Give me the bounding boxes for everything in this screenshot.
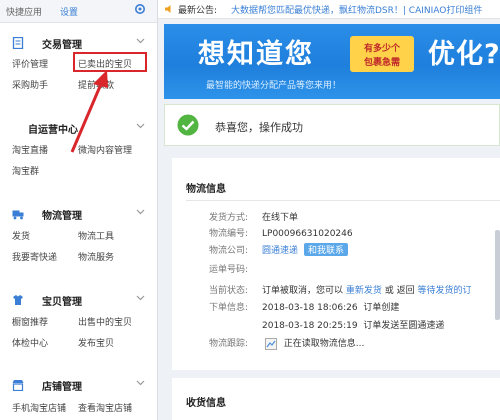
group-trade: 交易管理: [0, 34, 157, 52]
group-title: 宝贝管理: [42, 297, 82, 308]
method-value: 在线下单: [262, 213, 299, 223]
status-label: 当前状态:: [209, 286, 249, 296]
sidebar-title: 快捷应用: [6, 8, 43, 18]
promo-banner[interactable]: 想知道您 有多少个 包裹急需 优化? 最智能的快递分配产品等您来用！: [164, 24, 500, 99]
truck-icon: [12, 210, 24, 220]
group-header[interactable]: 宝贝管理: [0, 291, 157, 309]
sidebar-item-checkup[interactable]: 体检中心: [12, 336, 48, 349]
sidebar-item-group[interactable]: 淘宝群: [12, 164, 39, 177]
logistics-card: 物流信息 发货方式: 在线下单 物流编号: LP00096631020246 物流公…: [172, 158, 500, 370]
tracking-label: 物流编号:: [209, 229, 249, 239]
settings-link[interactable]: 设置: [60, 5, 78, 18]
row-tracking: 物流编号: LP00096631020246: [209, 226, 353, 239]
success-message: 恭喜您，操作成功: [164, 104, 500, 146]
image-icon: [264, 337, 277, 350]
status-hint: ，您可以: [307, 286, 344, 296]
group-self-operation: 自运营中心: [0, 119, 157, 137]
group-shop: 店铺管理: [0, 376, 157, 394]
chevron-down-icon[interactable]: [136, 209, 145, 215]
group-title: 店铺管理: [42, 382, 82, 393]
status-or: 或 返回: [384, 286, 415, 296]
group-header[interactable]: 交易管理: [0, 34, 157, 52]
divider: [186, 200, 500, 201]
chevron-down-icon[interactable]: [136, 38, 145, 44]
check-icon: [177, 114, 199, 136]
row-waybill: 运单号码:: [209, 262, 262, 275]
shop-icon: [12, 380, 24, 391]
watermark-logo: Bai 经验: [370, 382, 433, 401]
success-text: 恭喜您，操作成功: [215, 121, 303, 134]
row-tracking-status: 物流跟踪: 正在读取物流信息...: [209, 336, 364, 350]
sidebar-item-early-pay[interactable]: 提前收款: [78, 78, 114, 91]
company-link[interactable]: 圆通速递: [262, 246, 298, 256]
time-2: 2018-03-18 20:25:19: [262, 321, 358, 331]
sidebar-header: 快捷应用 设置: [0, 0, 157, 23]
row-order-info-2: 2018-03-18 20:25:19 订单发送至圆通速递: [209, 318, 444, 331]
receiving-title: 收货信息: [186, 398, 226, 409]
banner-subtitle: 最智能的快递分配产品等您来用！: [206, 81, 342, 91]
tracking-value: LP00096631020246: [262, 229, 353, 239]
badge-line-1: 有多少个: [363, 44, 400, 54]
group-title: 自运营中心: [28, 125, 78, 136]
status-text: 订单被取消: [262, 286, 308, 296]
sidebar-item-live[interactable]: 淘宝直播: [12, 143, 48, 156]
chevron-down-icon[interactable]: [136, 123, 145, 129]
group-logistics: 物流管理: [0, 205, 157, 223]
banner-title-right: 优化?: [428, 39, 500, 70]
shirt-icon: [13, 295, 23, 305]
sidebar-item-ship[interactable]: 发货: [12, 229, 30, 242]
sidebar-item-publish[interactable]: 发布宝贝: [78, 336, 114, 349]
sidebar-item-purchase[interactable]: 采购助手: [12, 78, 48, 91]
pending-orders-link[interactable]: 等待发货的订: [418, 286, 472, 296]
sidebar-item-review[interactable]: 评价管理: [12, 57, 48, 70]
group-title: 物流管理: [42, 211, 82, 222]
event-2: 订单发送至圆通速递: [363, 321, 445, 331]
group-header[interactable]: 物流管理: [0, 205, 157, 223]
sidebar-item-mobile-shop[interactable]: 手机淘宝店铺: [12, 401, 66, 414]
company-label: 物流公司:: [209, 246, 249, 256]
contact-button[interactable]: 和我联系: [304, 243, 349, 256]
row-status: 当前状态: 订单被取消，您可以 重新发货 或 返回 等待发货的订: [209, 283, 472, 296]
sidebar-item-window[interactable]: 橱窗推荐: [12, 315, 48, 328]
row-method: 发货方式: 在线下单: [209, 210, 298, 223]
group-header[interactable]: 自运营中心: [0, 119, 157, 137]
sidebar: 快捷应用 设置 交易管理 评价管理 已卖出的宝贝 采购助手 提前收款 自运营中心…: [0, 0, 158, 420]
chevron-down-icon[interactable]: [136, 295, 145, 301]
sidebar-item-weitao[interactable]: 微淘内容管理: [78, 143, 132, 156]
order-info-label: 下单信息:: [209, 303, 249, 313]
row-order-info: 下单信息: 2018-03-18 18:06:26 订单创建: [209, 300, 399, 313]
sidebar-item-view-shop[interactable]: 查看淘宝店铺: [78, 401, 132, 414]
group-header[interactable]: 店铺管理: [0, 376, 157, 394]
doc-icon: [12, 37, 24, 49]
chevron-down-icon[interactable]: [136, 380, 145, 386]
method-label: 发货方式:: [209, 213, 249, 223]
announcement-bar: 最新公告: 大数据帮您匹配最优快递，飘红物流DSR！| CAINIAO打印组件: [158, 0, 500, 19]
reship-link[interactable]: 重新发货: [346, 286, 382, 296]
announcement-label: 最新公告:: [178, 6, 218, 16]
sidebar-item-logistics-tools[interactable]: 物流工具: [78, 229, 114, 242]
sidebar-item-logistics-service[interactable]: 物流服务: [78, 250, 114, 263]
event-1: 订单创建: [363, 303, 400, 313]
track-label: 物流跟踪:: [209, 339, 249, 349]
sidebar-item-on-sale[interactable]: 出售中的宝贝: [78, 315, 132, 328]
banner-badge: 有多少个 包裹急需: [350, 36, 414, 72]
group-items: 宝贝管理: [0, 291, 157, 309]
scrollbar[interactable]: [495, 230, 500, 320]
time-1: 2018-03-18 18:06:26: [262, 303, 358, 313]
speaker-icon: [165, 5, 171, 13]
group-title: 交易管理: [42, 40, 82, 51]
announcement-link[interactable]: 大数据帮您匹配最优快递，飘红物流DSR！| CAINIAO打印组件: [231, 3, 482, 16]
watermark-url: jingyan.baidu.com: [404, 402, 478, 411]
gear-icon[interactable]: [133, 2, 147, 16]
track-value: 正在读取物流信息...: [283, 339, 365, 349]
sidebar-item-send-express[interactable]: 我要寄快递: [12, 250, 57, 263]
highlight-box: [73, 52, 147, 72]
badge-line-2: 包裹急需: [363, 58, 400, 68]
main-content: 最新公告: 大数据帮您匹配最优快递，飘红物流DSR！| CAINIAO打印组件 …: [158, 0, 500, 420]
receiving-card: 收货信息: [172, 378, 500, 420]
waybill-label: 运单号码:: [209, 265, 249, 275]
banner-title-left: 想知道您: [198, 39, 314, 70]
logistics-title: 物流信息: [186, 184, 226, 195]
row-company: 物流公司: 圆通速递 和我联系: [209, 243, 349, 256]
